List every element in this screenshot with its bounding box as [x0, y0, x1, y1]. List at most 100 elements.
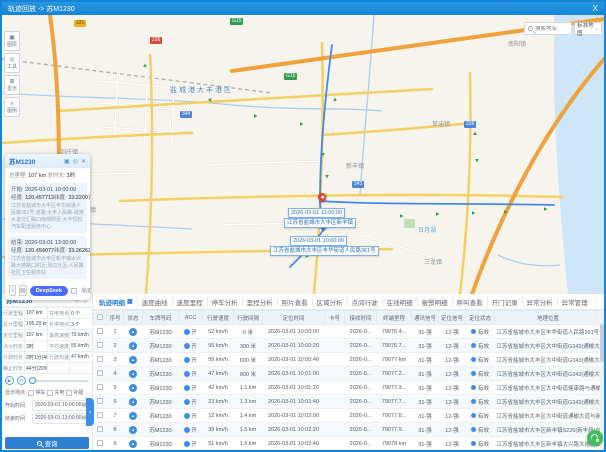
- row-checkbox[interactable]: [97, 398, 103, 404]
- cell-interval: 1.1 km: [234, 381, 263, 395]
- close-icon[interactable]: X: [593, 4, 598, 13]
- tab-速度里程[interactable]: 速度里程: [173, 297, 208, 307]
- cell-interval: 1.5 km: [234, 423, 263, 437]
- cell-address: 江苏省盐城市大丰区新丰镇S226(新丰段)与金丰路交汇口南侧约150米;近新丰镇…: [495, 423, 602, 437]
- speed-button[interactable]: ⟳: [17, 376, 26, 385]
- row-checkbox[interactable]: [97, 440, 103, 446]
- tab-点间行驶[interactable]: 点间行驶: [348, 297, 383, 307]
- table-row[interactable]: 1▲苏M1230开52 km/h0 米2026-03-01 10:00:0020…: [94, 325, 602, 339]
- stat-label: 平均速度: [48, 341, 70, 351]
- cell-gps-signal: 12-强: [439, 381, 466, 395]
- tab-报警明细[interactable]: 报警明细: [418, 297, 453, 307]
- map-tool-图层[interactable]: ▣图层: [4, 31, 20, 51]
- table-row[interactable]: 9▲苏M1230开51 km/h1.6 km2026-03-01 10:02:4…: [94, 437, 602, 451]
- cell-gps-signal: 12-强: [439, 339, 466, 353]
- cell-acc: 开: [179, 395, 203, 409]
- show-points-label: 显示地点:: [5, 389, 26, 396]
- tab-异常分析[interactable]: 异常分析: [523, 297, 558, 307]
- map-search-box[interactable]: [524, 22, 572, 35]
- row-checkbox[interactable]: [97, 342, 103, 348]
- table-row[interactable]: 2▲苏M1230开55 km/h300 米2026-03-01 10:00:20…: [94, 339, 602, 353]
- table-row[interactable]: 4▲苏M1230开47 km/h800 米2026-03-01 10:01:00…: [94, 367, 602, 381]
- checkbox[interactable]: [66, 390, 72, 396]
- table-row[interactable]: 6▲苏M1230开23 km/h1.3 km2026-03-01 10:01:4…: [94, 395, 602, 409]
- start-time-input[interactable]: 2026-03-01 10:00:00▦: [32, 400, 90, 411]
- export-icon[interactable]: ⇩: [9, 285, 16, 296]
- acc-icon: [184, 441, 190, 447]
- copy-icon[interactable]: ▣: [64, 158, 70, 165]
- tab-照片查看[interactable]: 照片查看: [278, 297, 313, 307]
- playback-slider[interactable]: [29, 380, 89, 382]
- stat-label: 定位里程: [2, 330, 25, 340]
- table-row[interactable]: 5▲苏M1230开42 km/h1.1 km2026-03-01 10:01:2…: [94, 381, 602, 395]
- report-icon[interactable]: ▤: [19, 285, 27, 296]
- row-checkbox[interactable]: [97, 412, 103, 418]
- tab-在线明细[interactable]: 在线明细: [383, 297, 418, 307]
- point-checkbox-停车[interactable]: 停车: [28, 389, 45, 396]
- panel-expand-button[interactable]: ›: [86, 398, 94, 426]
- col-header: 地理位置: [495, 311, 602, 325]
- row-checkbox[interactable]: [97, 426, 103, 432]
- direction-arrow-icon: ▲: [472, 131, 478, 137]
- tab-速度曲线[interactable]: 速度曲线: [138, 297, 173, 307]
- col-header: 终端里程: [377, 311, 412, 325]
- point-checkbox-充电[interactable]: 充电: [47, 389, 64, 396]
- direction-arrow-icon: ▲: [298, 121, 304, 127]
- stat-label: 总计里程: [2, 319, 25, 329]
- table-row[interactable]: 3▲苏M1230开59 km/h600 米2026-03-01 10:00:40…: [94, 353, 602, 367]
- row-checkbox[interactable]: [97, 384, 103, 390]
- tab-里程分析[interactable]: 里程分析: [243, 297, 278, 307]
- total-duration-value: 3时: [67, 173, 76, 179]
- end-time-input[interactable]: 2026-03-01 13:00:00▦: [32, 413, 90, 424]
- table-scrollbar[interactable]: [600, 310, 604, 452]
- cell-address: 江苏省盐城市大丰区大中街道G343(通榆大道)与康平路交叉口北侧约100米;近大…: [495, 367, 602, 381]
- slider-knob[interactable]: [29, 377, 36, 384]
- map-tool-显示[interactable]: ⊞显示: [4, 75, 20, 95]
- point-checkbox-补报[interactable]: 补报: [66, 389, 83, 396]
- track-correct-checkbox[interactable]: [71, 288, 77, 294]
- cell-plate: 苏M1230: [143, 381, 179, 395]
- scrollbar-thumb[interactable]: [600, 324, 604, 362]
- tab-异常管理[interactable]: 异常管理: [558, 297, 592, 307]
- cell-speed: 47 km/h: [203, 367, 234, 381]
- tab-呼叫查看[interactable]: 呼叫查看: [453, 297, 488, 307]
- search-input[interactable]: [535, 26, 568, 32]
- stat-label: 行驶时长: [2, 352, 25, 362]
- direction-arrow-icon: ▲: [474, 157, 480, 163]
- direction-arrow-icon: ▲: [502, 209, 508, 215]
- cell-status: ▲: [124, 367, 143, 381]
- map-tool-图例[interactable]: ⌕图例: [4, 97, 20, 117]
- acc-icon: [184, 385, 190, 391]
- play-button[interactable]: ▶: [5, 376, 14, 385]
- map-tool-工具[interactable]: ◎工具: [4, 53, 20, 73]
- cell-comm-signal: 31-强: [412, 395, 439, 409]
- map-type-select[interactable]: 标准地图 ⌄: [574, 22, 602, 35]
- vehicle-status-icon: ▲: [129, 426, 137, 434]
- query-button[interactable]: 查询: [5, 437, 89, 449]
- vehicle-status-icon: ▲: [129, 342, 137, 350]
- popup-close-icon[interactable]: ✕: [81, 158, 86, 165]
- table-row[interactable]: 7▲苏M1230开12 km/h1.4 km2026-03-01 10:02:0…: [94, 409, 602, 423]
- checkbox-label: 停车: [35, 389, 45, 396]
- cell-comm-signal: 31-强: [412, 381, 439, 395]
- tab-停车分析[interactable]: 停车分析: [208, 297, 243, 307]
- deepseek-button[interactable]: DeepSeek: [30, 286, 68, 296]
- locate-icon[interactable]: ◎: [73, 158, 78, 165]
- select-all-checkbox[interactable]: [97, 314, 103, 320]
- row-checkbox[interactable]: [97, 328, 103, 334]
- cell-loc-time: 2026-03-01 10:00:40: [263, 353, 325, 367]
- support-button[interactable]: [587, 430, 603, 446]
- checkbox[interactable]: [28, 390, 34, 396]
- row-checkbox[interactable]: [97, 356, 103, 362]
- table-row[interactable]: 8▲苏M1230开39 km/h1.5 km2026-03-01 10:02:2…: [94, 423, 602, 437]
- map-canvas[interactable]: ▣图层◎工具⊞显示⌕图例 标准地图 ⌄ 2026-03-01 13:00:00 …: [2, 15, 604, 294]
- stat-label: 行驶均速: [48, 352, 70, 362]
- valid-dot-icon: [471, 427, 476, 432]
- stat-value: 3时: [25, 341, 48, 351]
- chevron-down-icon: ⌄: [595, 26, 599, 32]
- checkbox[interactable]: [47, 390, 53, 396]
- tab-区域分析[interactable]: 区域分析: [313, 297, 348, 307]
- tab-轨迹明细[interactable]: 轨迹明细▦: [95, 297, 138, 307]
- row-checkbox[interactable]: [97, 370, 103, 376]
- tab-开门记录[interactable]: 开门记录: [488, 297, 523, 307]
